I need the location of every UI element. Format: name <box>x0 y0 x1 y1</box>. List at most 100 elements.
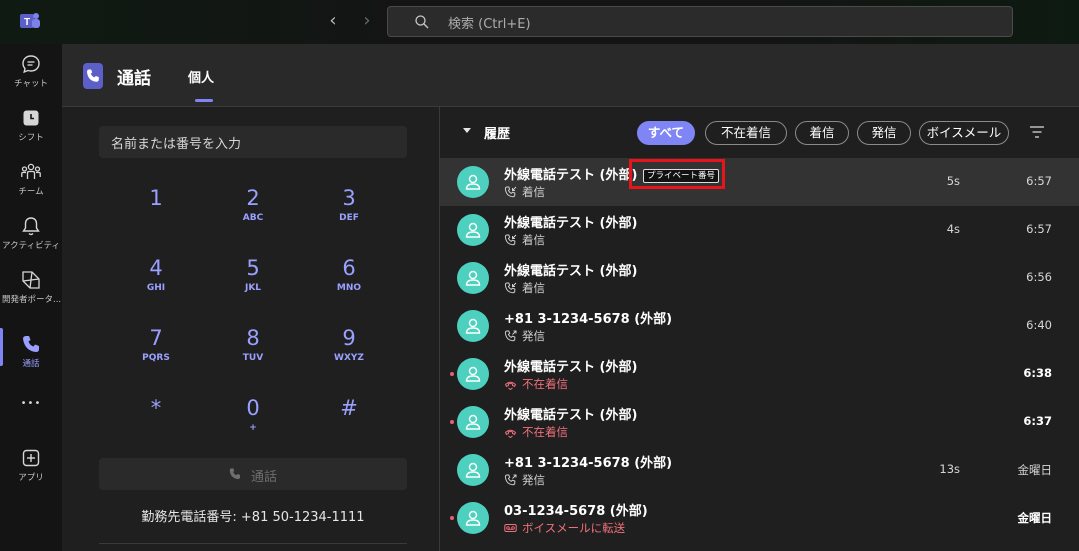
call-type-label: 不在着信 <box>522 425 568 439</box>
dial-key-1[interactable]: 1 <box>126 185 186 235</box>
title-bar: T ‹ › 検索 (Ctrl+E) <box>0 0 1079 44</box>
dial-key-4[interactable]: 4 GHI <box>126 255 186 305</box>
search-box[interactable]: 検索 (Ctrl+E) <box>387 6 1013 37</box>
rail-label-calls: 通話 <box>22 359 40 369</box>
call-history-row[interactable]: 外線電話テスト (外部) プライベート番号 着信 5s 6:57 <box>440 158 1079 206</box>
dial-key-letters: WXYZ <box>334 353 364 363</box>
dial-key-3[interactable]: 3 DEF <box>319 185 379 235</box>
shifts-icon <box>23 110 39 126</box>
call-duration: 5s <box>946 174 960 188</box>
dial-key-star[interactable]: * <box>126 395 186 445</box>
rail-label-apps: アプリ <box>18 473 44 483</box>
dial-key-2[interactable]: 2 ABC <box>223 185 283 235</box>
dial-key-digit: 6 <box>342 256 356 280</box>
call-type-label: 発信 <box>522 473 545 487</box>
avatar <box>457 502 489 534</box>
caller-name: 03-1234-5678 (外部) <box>504 504 648 519</box>
call-history-row[interactable]: +81 3-1234-5678 (外部) 発信 6:40 <box>440 302 1079 350</box>
search-input[interactable]: 検索 (Ctrl+E) <box>448 13 531 32</box>
dial-key-letters: DEF <box>339 213 359 223</box>
filter-incoming[interactable]: 着信 <box>795 121 849 145</box>
caller-name: 外線電話テスト (外部) <box>504 216 638 231</box>
dial-key-9[interactable]: 9 WXYZ <box>319 325 379 375</box>
tab-underline <box>195 99 213 102</box>
dial-key-digit: 4 <box>149 256 163 280</box>
call-time: 金曜日 <box>1017 511 1053 525</box>
history-panel: 履歴 すべて 不在着信 着信 発信 ボイスメール 外線電話テスト (外部) プラ… <box>440 107 1079 551</box>
filter-outgoing[interactable]: 発信 <box>857 121 911 145</box>
call-type: ボイスメールに転送 <box>504 520 625 536</box>
dial-key-0[interactable]: 0 + <box>223 395 283 445</box>
call-type: 着信 <box>504 280 545 296</box>
call-history-row[interactable]: 外線電話テスト (外部) 着信 6:56 <box>440 254 1079 302</box>
rail-item-shifts[interactable]: シフト <box>0 98 62 152</box>
person-icon <box>465 222 481 238</box>
call-type: 着信 <box>504 232 545 248</box>
dial-key-5[interactable]: 5 JKL <box>223 255 283 305</box>
private-number-badge: プライベート番号 <box>643 169 720 183</box>
call-type: 不在着信 <box>504 376 568 392</box>
dial-key-letters: ABC <box>242 213 264 223</box>
call-time: 6:57 <box>1026 222 1052 236</box>
person-icon <box>465 174 481 190</box>
dial-key-digit: * <box>150 396 162 420</box>
call-type: 不在着信 <box>504 424 568 440</box>
rail-label-teams: チーム <box>18 187 44 197</box>
call-history-row[interactable]: 外線電話テスト (外部) 不在着信 6:37 <box>440 398 1079 446</box>
missed-call-icon <box>504 429 517 438</box>
call-button[interactable]: 通話 <box>99 458 407 490</box>
rail-item-apps[interactable]: アプリ <box>0 438 62 492</box>
dial-key-8[interactable]: 8 TUV <box>223 325 283 375</box>
teams-window: T ‹ › 検索 (Ctrl+E) チャット シフト チーム アクティビティ 開… <box>0 0 1079 551</box>
call-type: 発信 <box>504 328 545 344</box>
filter-voicemail[interactable]: ボイスメール <box>919 121 1009 145</box>
dialer-panel: 名前または番号を入力 1 2 ABC 3 DEF 4 GHI 5 JKL 6 M… <box>62 107 439 551</box>
caller-name: 外線電話テスト (外部) <box>504 168 638 183</box>
rail-item-calls[interactable]: 通話 <box>0 324 62 378</box>
dial-key-6[interactable]: 6 MNO <box>319 255 379 305</box>
tab-personal[interactable]: 個人 <box>188 67 214 86</box>
dial-key-letters: MNO <box>336 283 362 293</box>
collapse-caret-icon[interactable] <box>463 128 471 133</box>
rail-item-activity[interactable]: アクティビティ <box>0 206 62 260</box>
incoming-call-icon <box>504 282 517 294</box>
call-time: 6:38 <box>1023 366 1052 380</box>
person-icon <box>465 318 481 334</box>
incoming-call-icon <box>504 186 517 198</box>
back-arrow-icon[interactable]: ‹ <box>323 10 343 32</box>
incoming-call-icon <box>504 234 517 246</box>
dial-input[interactable]: 名前または番号を入力 <box>99 126 407 158</box>
dial-key-digit: 8 <box>246 326 260 350</box>
filter-missed[interactable]: 不在着信 <box>705 121 787 145</box>
call-duration: 13s <box>939 462 960 476</box>
call-history-row[interactable]: 外線電話テスト (外部) 着信 4s 6:57 <box>440 206 1079 254</box>
call-time: 6:56 <box>1026 270 1052 284</box>
rail-item-chat[interactable]: チャット <box>0 44 62 98</box>
dial-key-hash[interactable]: # <box>319 395 379 445</box>
app-rail: チャット シフト チーム アクティビティ 開発者ポータ... 通話 ••• アプ… <box>0 44 62 551</box>
person-icon <box>465 414 481 430</box>
avatar <box>457 406 489 438</box>
unread-dot <box>450 516 454 520</box>
person-icon <box>465 366 481 382</box>
filter-all[interactable]: すべて <box>637 121 695 145</box>
call-type-label: 着信 <box>522 281 545 295</box>
call-history-row[interactable]: 03-1234-5678 (外部) ボイスメールに転送 金曜日 <box>440 494 1079 542</box>
caller-name: +81 3-1234-5678 (外部) <box>504 456 673 471</box>
call-duration: 4s <box>946 222 960 236</box>
call-button-label: 通話 <box>251 470 278 485</box>
rail-item-more[interactable]: ••• <box>0 384 62 438</box>
avatar <box>457 310 489 342</box>
dial-key-digit: 7 <box>149 326 163 350</box>
dial-key-digit: 2 <box>246 186 260 210</box>
calls-app-badge <box>83 63 103 89</box>
forward-arrow-icon[interactable]: › <box>357 10 377 32</box>
call-history-row[interactable]: +81 3-1234-5678 (外部) 発信 13s 金曜日 <box>440 446 1079 494</box>
filter-icon[interactable] <box>1029 125 1045 139</box>
call-history-row[interactable]: 外線電話テスト (外部) 不在着信 6:38 <box>440 350 1079 398</box>
rail-item-teams[interactable]: チーム <box>0 152 62 206</box>
avatar <box>457 358 489 390</box>
phone-icon <box>87 69 99 82</box>
rail-item-developer-portal[interactable]: 開発者ポータ... <box>0 260 62 314</box>
dial-key-7[interactable]: 7 PQRS <box>126 325 186 375</box>
